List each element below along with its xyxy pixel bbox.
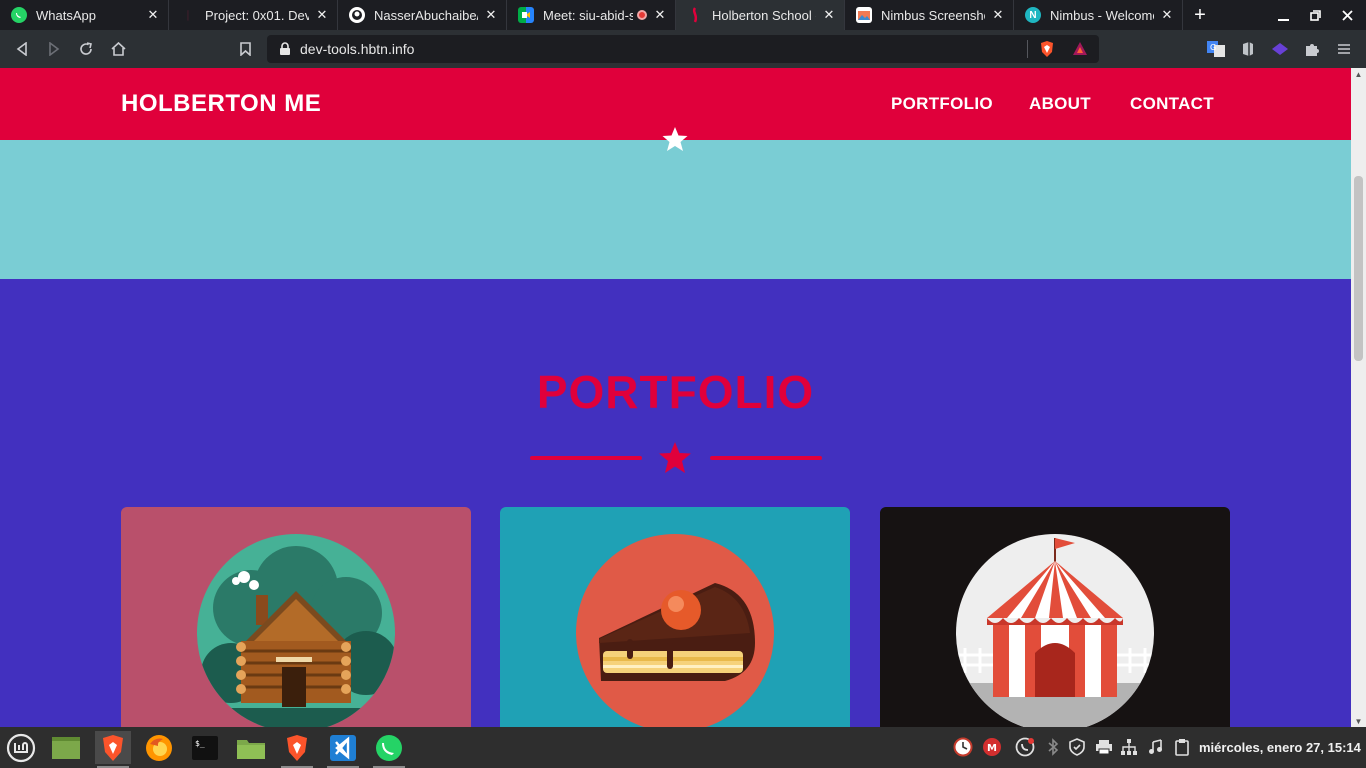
tab-title: Project: 0x01. Deve [205, 7, 309, 23]
tab-nimbus-welcome[interactable]: N Nimbus - Welcome ✕ [1014, 0, 1183, 30]
close-icon[interactable]: ✕ [315, 7, 329, 23]
bluetooth-icon[interactable] [1043, 737, 1063, 757]
portfolio-card-circus[interactable] [880, 507, 1230, 727]
os-taskbar: $_ M miércoles, enero 27, 15:14 [0, 727, 1366, 768]
clock-applet-icon[interactable] [953, 737, 973, 757]
whatsapp-icon [11, 7, 27, 23]
cabin-illustration-icon [197, 534, 395, 727]
brave-browser-icon[interactable] [95, 731, 131, 768]
shield-icon[interactable] [1067, 737, 1087, 757]
close-icon[interactable]: ✕ [146, 7, 160, 23]
github-icon [349, 7, 365, 23]
close-icon[interactable]: ✕ [653, 7, 667, 23]
tab-meet[interactable]: Meet: siu-abid-s ✕ [507, 0, 676, 30]
nav-portfolio[interactable]: PORTFOLIO [891, 94, 993, 114]
svg-text:$_: $_ [195, 739, 205, 748]
star-icon [659, 442, 691, 473]
tab-title: Nimbus - Welcome [1050, 7, 1154, 23]
extension-colorful-icon[interactable] [1270, 39, 1290, 59]
reload-icon[interactable] [75, 38, 97, 60]
maximize-icon[interactable] [1299, 0, 1331, 30]
close-icon[interactable]: ✕ [484, 7, 498, 23]
clipboard-icon[interactable] [1172, 737, 1192, 757]
divider-line-right [710, 456, 822, 460]
vscode-icon[interactable] [325, 731, 361, 768]
meet-icon [518, 7, 534, 23]
browser-tab-strip: WhatsApp ✕ ❘ Project: 0x01. Deve ✕ Nasse… [0, 0, 1366, 30]
mint-menu-icon[interactable] [3, 731, 39, 764]
tab-title: WhatsApp [36, 7, 96, 23]
sound-icon[interactable] [1146, 737, 1166, 757]
circus-tent-illustration-icon [956, 534, 1154, 727]
close-window-icon[interactable] [1331, 0, 1363, 30]
new-tab-button[interactable]: + [1183, 0, 1217, 30]
tab-holberton[interactable]: Holberton School - ✕ [676, 0, 845, 30]
address-bar[interactable]: dev-tools.hbtn.info [267, 35, 1099, 63]
portfolio-card-cake[interactable] [500, 507, 850, 727]
whatsapp-tray-icon[interactable] [1015, 737, 1035, 757]
network-icon[interactable] [1119, 737, 1139, 757]
lock-icon [279, 42, 291, 56]
site-brand[interactable]: HOLBERTON ME [121, 90, 321, 118]
address-bar-divider [1027, 40, 1028, 58]
holberton-icon: ❘ [183, 9, 193, 21]
browser-toolbar: dev-tools.hbtn.info G 6 [0, 30, 1366, 92]
tab-whatsapp[interactable]: WhatsApp ✕ [0, 0, 169, 30]
tab-title: Meet: siu-abid-s [543, 7, 633, 23]
close-icon[interactable]: ✕ [991, 7, 1005, 23]
url-text: dev-tools.hbtn.info [300, 41, 415, 57]
extensions-puzzle-icon[interactable] [1302, 39, 1322, 59]
close-icon[interactable]: ✕ [1160, 7, 1174, 23]
page-scrollbar[interactable]: ▲ ▼ [1351, 68, 1366, 727]
star-icon [662, 127, 688, 151]
gmail-notifier-icon[interactable]: M [982, 737, 1002, 757]
brave-browser-icon[interactable] [279, 731, 315, 768]
show-desktop-icon[interactable] [48, 731, 84, 764]
tab-nimbus-screenshot[interactable]: Nimbus Screenshot ✕ [845, 0, 1014, 30]
whatsapp-icon[interactable] [371, 731, 407, 768]
svg-text:G: G [1210, 43, 1216, 52]
forward-icon[interactable] [43, 38, 65, 60]
tab-title: Nimbus Screenshot [881, 7, 985, 23]
tab-github[interactable]: NasserAbuchaibe/h ✕ [338, 0, 507, 30]
firefox-icon[interactable] [141, 731, 177, 764]
back-icon[interactable] [11, 38, 33, 60]
tab-project[interactable]: ❘ Project: 0x01. Deve ✕ [169, 0, 338, 30]
nimbus-icon: N [1025, 7, 1041, 23]
terminal-icon[interactable]: $_ [187, 731, 223, 764]
file-manager-icon[interactable] [233, 731, 269, 764]
portfolio-card-cabin[interactable] [121, 507, 471, 727]
google-translate-icon[interactable]: G [1206, 39, 1226, 59]
hero-section [0, 127, 1351, 279]
nimbus-screenshot-icon [856, 7, 872, 23]
nav-contact[interactable]: CONTACT [1130, 94, 1214, 114]
svg-text:M: M [987, 743, 997, 754]
menu-icon[interactable] [1334, 39, 1354, 59]
scrollbar-thumb[interactable] [1354, 176, 1363, 361]
portfolio-heading: PORTFOLIO [536, 366, 815, 418]
tab-title: Holberton School - [712, 7, 816, 23]
tab-title: NasserAbuchaibe/h [374, 7, 478, 23]
home-icon[interactable] [107, 38, 129, 60]
nav-about[interactable]: ABOUT [1029, 94, 1091, 114]
close-icon[interactable]: ✕ [822, 7, 836, 23]
scroll-up-icon[interactable]: ▲ [1351, 68, 1366, 80]
printer-icon[interactable] [1094, 737, 1114, 757]
bookmark-icon[interactable] [234, 38, 256, 60]
extension-square-icon[interactable] [1238, 39, 1258, 59]
page-viewport: HOLBERTON ME PORTFOLIO ABOUT CONTACT POR… [0, 68, 1351, 727]
cake-illustration-icon [576, 534, 774, 727]
brave-rewards-icon[interactable] [1072, 41, 1088, 60]
recording-indicator-icon [637, 10, 647, 20]
holberton-icon [687, 7, 703, 23]
brave-shields-icon[interactable] [1039, 40, 1055, 61]
taskbar-clock[interactable]: miércoles, enero 27, 15:14 [1199, 740, 1361, 755]
minimize-icon[interactable] [1267, 0, 1299, 30]
divider-line-left [530, 456, 642, 460]
scroll-down-icon[interactable]: ▼ [1351, 715, 1366, 727]
